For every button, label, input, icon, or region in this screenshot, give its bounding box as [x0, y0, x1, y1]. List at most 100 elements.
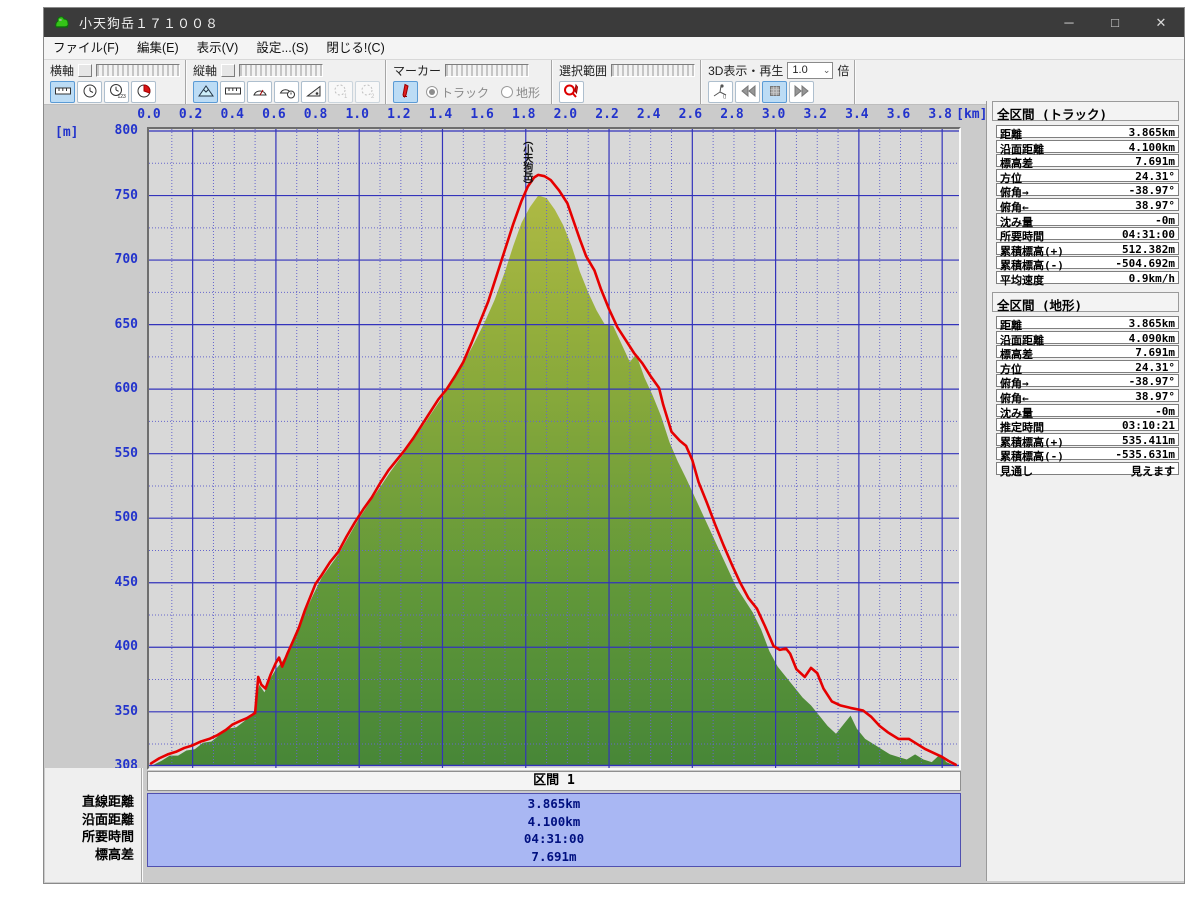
track-stat-row-label: 標高差 [1000, 155, 1033, 166]
toolbar-group-vertical-axis: 縦軸 12 [187, 60, 387, 104]
playback-walker-button[interactable]: () [708, 81, 733, 103]
track-stats-table: 距離3.865km沿面距離4.100km標高差7.691m方位24.31°俯角→… [996, 125, 1179, 284]
x-tick-label: 3.4 [845, 107, 868, 122]
track-stat-row-label: 方位 [1000, 170, 1022, 181]
toolbar-group-horizontal-axis: 横軸 123 [44, 60, 187, 104]
terrain-stat-row-value: -535.631m [1115, 448, 1175, 459]
terrain-stat-row-label: 沿面距離 [1000, 332, 1044, 343]
terrain-stat-row: 累積標高(-)-535.631m [996, 447, 1179, 460]
forward-icon [793, 83, 811, 102]
haxis-clock-numbers-button[interactable]: 123 [104, 81, 129, 103]
track-stat-row-label: 平均速度 [1000, 272, 1044, 283]
section-row-label: 沿面距離 [45, 812, 141, 830]
vaxis-slope-button[interactable] [301, 81, 326, 103]
gauge-icon [251, 83, 269, 102]
haxis-clock-button[interactable] [77, 81, 102, 103]
playback-stop-button[interactable] [762, 81, 787, 103]
playback-label: 3D表示・再生 [708, 62, 783, 79]
track-stat-row: 沈み量-0m [996, 213, 1179, 226]
vaxis-ghost-two-button[interactable]: 2 [355, 81, 380, 103]
x-tick-label: 1.6 [470, 107, 493, 122]
ghost-two-icon: 2 [359, 83, 377, 102]
terrain-stat-row: 標高差7.691m [996, 345, 1179, 358]
vaxis-ruler-button[interactable] [220, 81, 245, 103]
menu-item-4[interactable]: 設定...(S) [247, 37, 317, 59]
track-stat-row-value: 0.9km/h [1129, 272, 1175, 283]
toolbar-group-playback: 3D表示・再生 1.0 ⌄ 倍 () [702, 60, 856, 104]
vaxis-slider[interactable] [239, 64, 323, 77]
terrain-stats-header: 全区間 (地形) [992, 292, 1179, 312]
marker-radio-label-terrain: 地形 [516, 84, 540, 101]
terrain-stat-row-label: 方位 [1000, 361, 1022, 372]
y-tick-label: 450 [52, 575, 138, 590]
y-tick-label: 700 [52, 252, 138, 267]
toolbar-group-marker: マーカー トラック地形 [387, 60, 553, 104]
vaxis-gauge-button[interactable] [247, 81, 272, 103]
section-row-value: 4.100km [148, 813, 960, 831]
selection-zoom-pen-button[interactable] [559, 81, 584, 103]
svg-text:(): () [723, 94, 727, 99]
track-stat-row-label: 累積標高(+) [1000, 243, 1064, 254]
playback-speed-unit: 倍 [837, 62, 849, 79]
track-stat-row-value: 3.865km [1129, 126, 1175, 137]
app-window: 小天狗岳１７１００８ ─ □ ✕ ファイル(F)編集(E)表示(V)設定...(… [43, 7, 1185, 884]
ruler-icon [54, 83, 72, 102]
minimize-button[interactable]: ─ [1046, 8, 1092, 37]
y-tick-label: 550 [52, 446, 138, 461]
terrain-stat-row-value: 見えます [1131, 463, 1175, 474]
haxis-slider[interactable] [96, 64, 180, 77]
track-stat-row: 俯角→-38.97° [996, 183, 1179, 196]
playback-speed-select[interactable]: 1.0 ⌄ [787, 62, 833, 79]
section-values-panel: 3.865km4.100km04:31:007.691m [147, 793, 961, 867]
terrain-stat-row-value: 24.31° [1135, 361, 1175, 372]
track-stat-row-value: -0m [1155, 214, 1175, 225]
terrain-stat-row: 沿面距離4.090km [996, 331, 1179, 344]
vaxis-mountain-button[interactable] [193, 81, 218, 103]
playback-forward-button[interactable] [789, 81, 814, 103]
marker-radio-track[interactable] [426, 86, 438, 98]
menu-item-2[interactable]: 編集(E) [128, 37, 188, 59]
close-button[interactable]: ✕ [1138, 8, 1184, 37]
track-stat-row-label: 沿面距離 [1000, 141, 1044, 152]
haxis-ruler-button[interactable] [50, 81, 75, 103]
track-stat-row-value: -38.97° [1129, 184, 1175, 195]
x-tick-label: 1.0 [345, 107, 368, 122]
playback-rewind-button[interactable] [735, 81, 760, 103]
terrain-stat-row: 距離3.865km [996, 316, 1179, 329]
terrain-stat-row-label: 推定時間 [1000, 419, 1044, 430]
terrain-stat-row-label: 俯角→ [1000, 375, 1029, 386]
x-tick-label: 0.0 [137, 107, 160, 122]
marker-slider[interactable] [445, 64, 529, 77]
peak-annotation: （小天狗岳） [519, 135, 534, 189]
x-tick-label: 0.8 [304, 107, 327, 122]
x-tick-label: 3.8 [928, 107, 951, 122]
maximize-button[interactable]: □ [1092, 8, 1138, 37]
marker-pen-button[interactable] [393, 81, 418, 103]
selection-slider[interactable] [611, 64, 695, 77]
track-stat-row: 標高差7.691m [996, 154, 1179, 167]
track-stat-row-value: 512.382m [1122, 243, 1175, 254]
vaxis-ghost-one-button[interactable]: 1 [328, 81, 353, 103]
y-tick-label: 800 [52, 123, 138, 138]
vaxis-gauge-clock-button[interactable] [274, 81, 299, 103]
menu-item-5[interactable]: 閉じる!(C) [317, 37, 393, 59]
haxis-mini-button[interactable] [78, 64, 92, 77]
svg-text:123: 123 [117, 94, 126, 99]
x-tick-label: 3.2 [803, 107, 826, 122]
haxis-pie-clock-button[interactable] [131, 81, 156, 103]
menu-item-3[interactable]: 表示(V) [188, 37, 248, 59]
elevation-plot[interactable]: （小天狗岳） [147, 127, 961, 770]
x-tick-label: 2.2 [595, 107, 618, 122]
x-tick-label: 3.6 [887, 107, 910, 122]
ghost-one-icon: 1 [332, 83, 350, 102]
terrain-stat-row: 推定時間03:10:21 [996, 418, 1179, 431]
menu-item-1[interactable]: ファイル(F) [44, 37, 128, 59]
pie-clock-icon [135, 83, 153, 102]
chevron-down-icon: ⌄ [823, 65, 831, 76]
section-row-value: 04:31:00 [148, 830, 960, 848]
section-row-label: 所要時間 [45, 829, 141, 847]
x-tick-label: 0.6 [262, 107, 285, 122]
marker-radio-terrain[interactable] [501, 86, 513, 98]
terrain-stat-row: 方位 24.31° [996, 360, 1179, 373]
vaxis-mini-button[interactable] [221, 64, 235, 77]
